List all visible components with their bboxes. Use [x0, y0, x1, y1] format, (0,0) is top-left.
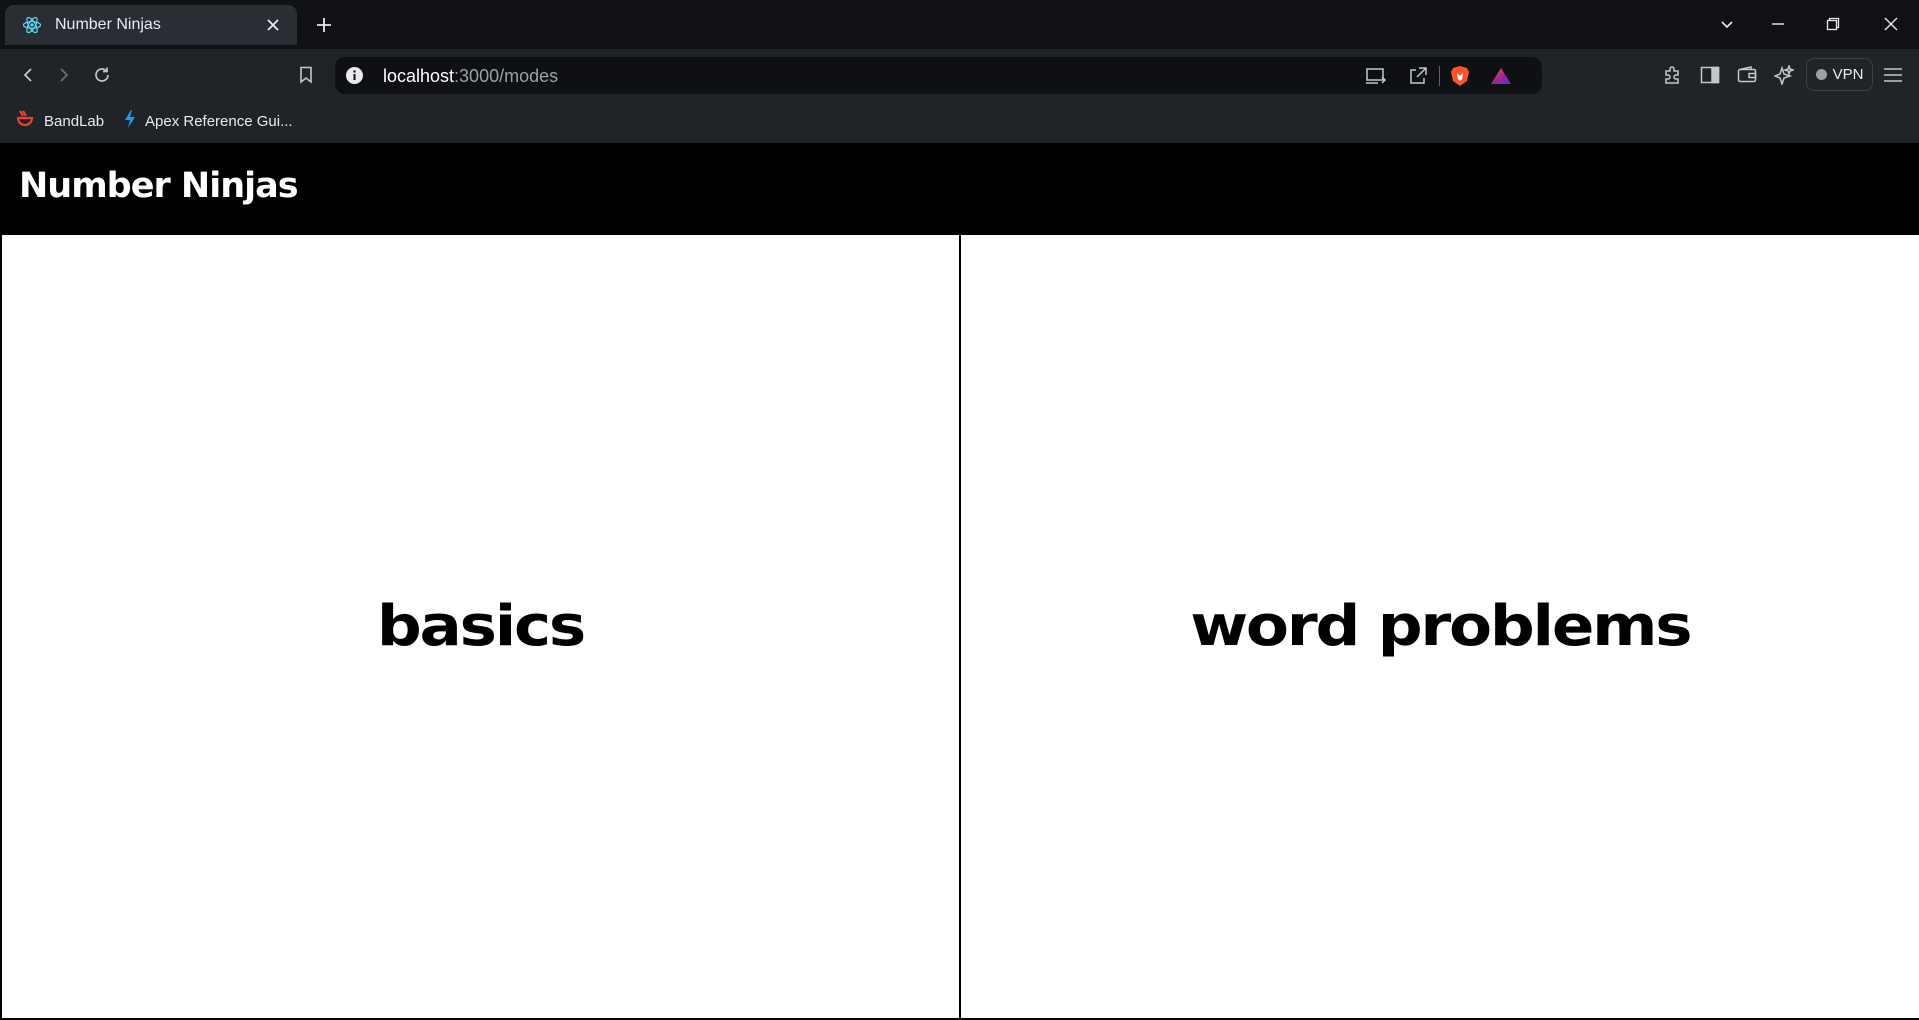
bookmarks-bar: BandLab Apex Reference Gui... — [0, 100, 1919, 143]
site-info-icon[interactable] — [345, 66, 364, 85]
vpn-status-icon — [1815, 69, 1827, 80]
close-tab-icon[interactable] — [261, 13, 285, 37]
bookmark-bandlab[interactable]: BandLab — [10, 106, 108, 136]
url-path: :3000/modes — [454, 66, 559, 86]
mode-selection: basics word problems — [0, 233, 1919, 1020]
minimize-icon[interactable] — [1760, 8, 1796, 40]
address-bar[interactable]: localhost:3000/modes — [335, 57, 1542, 94]
vpn-label: VPN — [1832, 66, 1864, 83]
tab-search-chevron-icon[interactable] — [1709, 8, 1745, 40]
window-close-icon[interactable] — [1873, 8, 1909, 40]
share-icon[interactable] — [1405, 63, 1431, 89]
bookmark-apex-reference[interactable]: Apex Reference Gui... — [119, 106, 297, 136]
forward-icon[interactable] — [50, 61, 78, 89]
menu-icon[interactable] — [1879, 61, 1907, 89]
react-atom-icon — [21, 14, 43, 36]
url-host: localhost — [383, 66, 455, 86]
browser-toolbar: localhost:3000/modes VPN — [0, 49, 1919, 100]
browser-tabstrip: Number Ninjas — [0, 0, 1919, 49]
mode-card-basics[interactable]: basics — [0, 233, 961, 1020]
brave-rewards-icon[interactable] — [1488, 63, 1514, 89]
browser-tab[interactable]: Number Ninjas — [5, 5, 297, 45]
site-title[interactable]: Number Ninjas — [19, 166, 299, 206]
bandlab-icon — [14, 108, 36, 135]
mode-label-word-problems: word problems — [1189, 594, 1692, 659]
bookmark-icon[interactable] — [292, 61, 320, 89]
bookmark-label: Apex Reference Gui... — [145, 112, 293, 130]
leo-ai-icon[interactable] — [1770, 61, 1798, 89]
reload-icon[interactable] — [88, 61, 116, 89]
extensions-icon[interactable] — [1658, 61, 1686, 89]
sidebar-icon[interactable] — [1696, 61, 1724, 89]
url-text[interactable]: localhost:3000/modes — [383, 66, 558, 87]
mode-card-word-problems[interactable]: word problems — [959, 233, 1919, 1020]
mode-label-basics: basics — [376, 594, 586, 659]
site-header: Number Ninjas — [0, 143, 1919, 233]
back-icon[interactable] — [14, 61, 42, 89]
bookmark-label: BandLab — [44, 112, 105, 130]
cast-icon[interactable] — [1363, 63, 1389, 89]
restore-icon[interactable] — [1815, 8, 1851, 40]
tab-title: Number Ninjas — [55, 16, 161, 33]
wallet-icon[interactable] — [1733, 61, 1761, 89]
vpn-button[interactable]: VPN — [1806, 58, 1873, 91]
url-divider — [1439, 66, 1440, 86]
bolt-icon — [123, 109, 137, 134]
new-tab-icon[interactable] — [310, 11, 338, 39]
brave-shields-icon[interactable] — [1447, 63, 1473, 89]
